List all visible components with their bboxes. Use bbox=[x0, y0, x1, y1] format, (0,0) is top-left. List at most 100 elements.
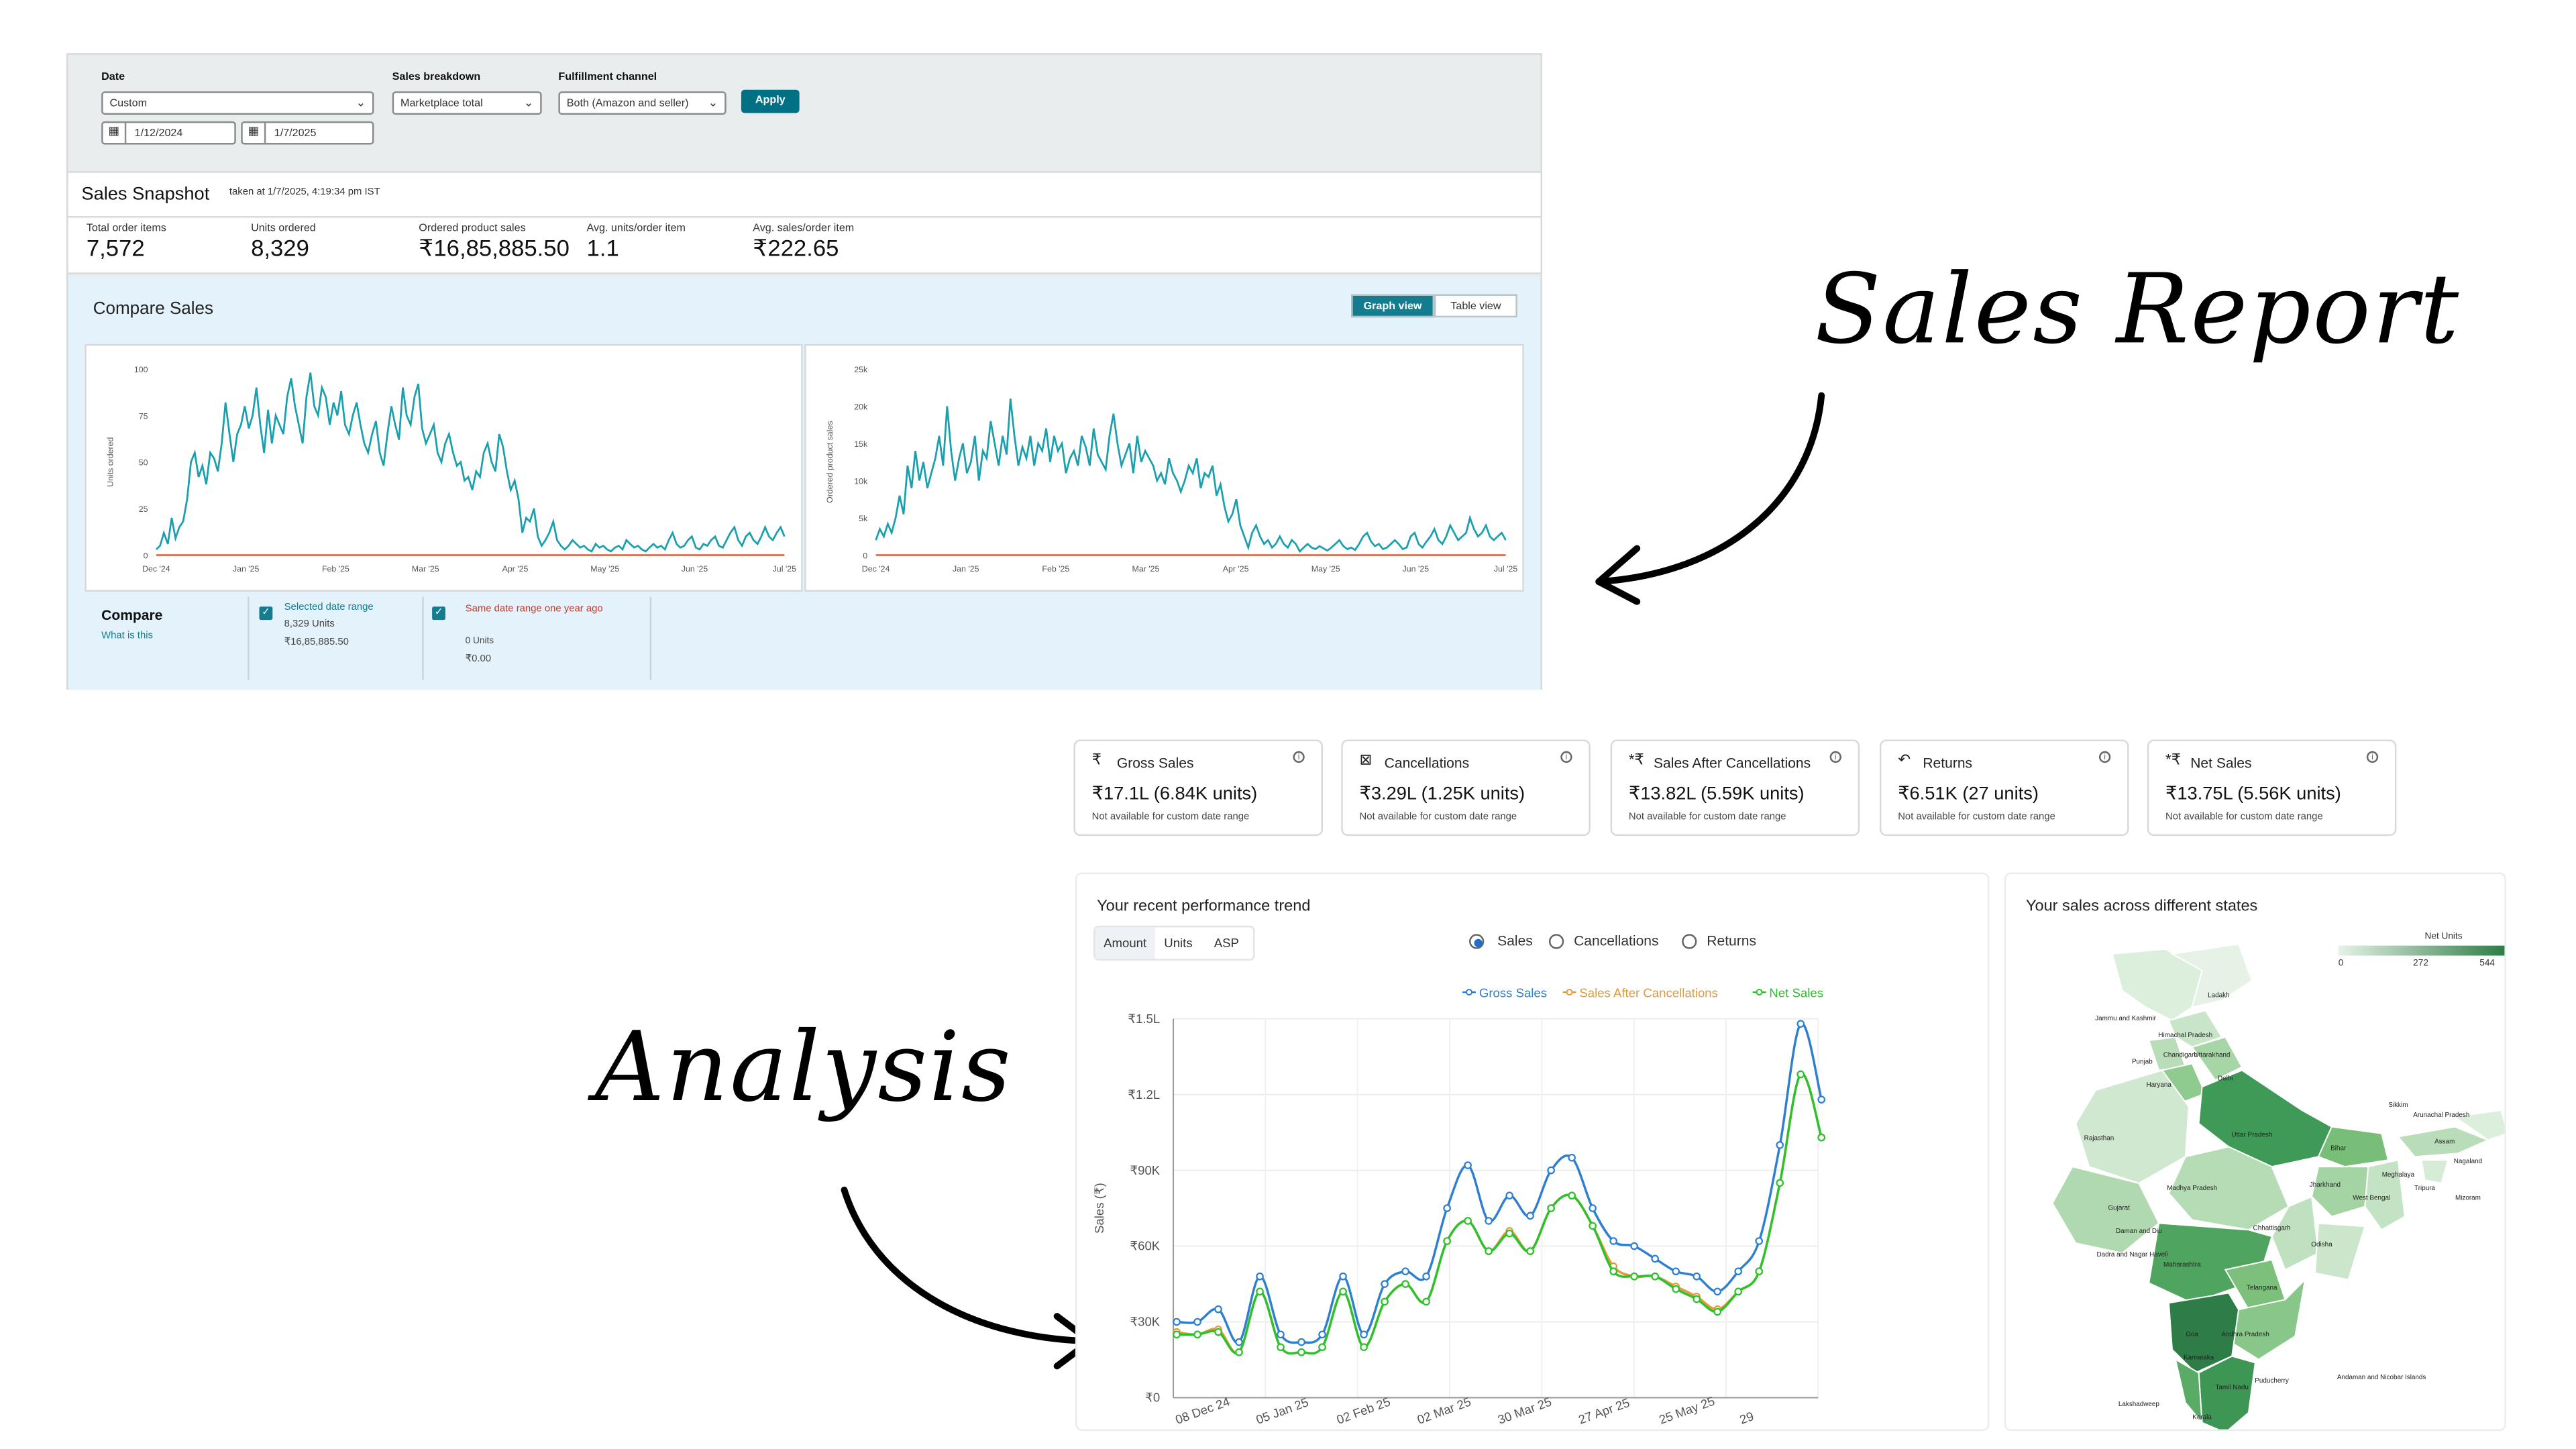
data-point bbox=[1339, 1287, 1347, 1296]
data-point bbox=[1193, 1318, 1201, 1326]
state-label: Delhi bbox=[2218, 1075, 2233, 1082]
card-note: Not available for custom date range bbox=[1898, 812, 2055, 823]
data-point bbox=[1339, 1272, 1347, 1281]
data-point bbox=[1547, 1204, 1555, 1212]
data-point bbox=[1173, 1330, 1181, 1339]
data-point bbox=[1443, 1237, 1451, 1245]
tab-units[interactable]: Units bbox=[1155, 927, 1201, 959]
y-tick-label: ₹30K bbox=[1130, 1315, 1160, 1329]
cancellations-card[interactable]: ⊠ Cancellations i ₹3.29L (1.25K units) N… bbox=[1341, 739, 1591, 837]
data-point bbox=[1401, 1267, 1409, 1276]
radio-cancellations-label: Cancellations bbox=[1574, 932, 1659, 949]
y-tick-label: ₹90K bbox=[1130, 1163, 1160, 1177]
data-point bbox=[1713, 1287, 1722, 1296]
radio-returns[interactable] bbox=[1682, 934, 1697, 949]
info-icon[interactable]: i bbox=[2366, 751, 2379, 763]
state-label: Chandigarh bbox=[2163, 1052, 2198, 1059]
y-tick-label: ₹60K bbox=[1130, 1239, 1160, 1253]
state-label: Daman and Diu bbox=[2116, 1228, 2162, 1235]
metric-tabs: Amount Units ASP bbox=[1093, 925, 1255, 961]
legend-label: Gross Sales bbox=[1479, 985, 1547, 1000]
rupee-icon: ₹ bbox=[1091, 751, 1102, 768]
state-label: Uttarakhand bbox=[2194, 1052, 2230, 1059]
data-point bbox=[1277, 1343, 1285, 1352]
info-icon[interactable]: i bbox=[2098, 751, 2111, 763]
data-point bbox=[1651, 1272, 1659, 1281]
data-point bbox=[1256, 1272, 1264, 1281]
data-point bbox=[1443, 1204, 1451, 1212]
state-label: Haryana bbox=[2146, 1081, 2171, 1089]
state-label: West Bengal bbox=[2353, 1195, 2390, 1202]
card-title: Cancellations bbox=[1384, 754, 1470, 771]
state-label: Tamil Nadu bbox=[2215, 1384, 2248, 1391]
data-point bbox=[1672, 1267, 1680, 1276]
state-label: Madhya Pradesh bbox=[2167, 1185, 2217, 1192]
data-point bbox=[1609, 1237, 1617, 1245]
net-sales-card[interactable]: *₹ Net Sales i ₹13.75L (5.56K units) Not… bbox=[2147, 739, 2397, 837]
state-label: Bihar bbox=[2330, 1144, 2347, 1152]
state-label: Arunachal Pradesh bbox=[2413, 1112, 2469, 1119]
card-note: Not available for custom date range bbox=[1359, 812, 1517, 823]
card-value: ₹13.75L (5.56K units) bbox=[2165, 784, 2341, 805]
screenshot-stage: Date Custom ⌄ ▦ 1/12/2024 ▦ 1/7/2025 Sales … bbox=[0, 0, 2576, 1449]
returns-card[interactable]: ↶ Returns i ₹6.51K (27 units) Not availa… bbox=[1879, 739, 2129, 837]
data-point bbox=[1381, 1280, 1389, 1288]
legend-label: Net Sales bbox=[1769, 985, 1823, 1000]
data-point bbox=[1672, 1285, 1680, 1293]
tab-amount[interactable]: Amount bbox=[1095, 927, 1155, 959]
india-map: Ladakh Jammu and Kashmir Himachal Pradesh P… bbox=[2051, 943, 2505, 1430]
info-icon[interactable]: i bbox=[1560, 751, 1572, 763]
data-point bbox=[1693, 1295, 1701, 1303]
cancel-icon: ⊠ bbox=[1359, 751, 1373, 768]
data-point bbox=[1297, 1338, 1305, 1346]
data-point bbox=[1318, 1343, 1326, 1352]
data-point bbox=[1589, 1222, 1597, 1230]
data-point bbox=[1734, 1287, 1743, 1296]
state-label: Puducherry bbox=[2255, 1377, 2289, 1385]
data-point bbox=[1734, 1267, 1743, 1276]
legend-marker-dot bbox=[1566, 989, 1573, 996]
info-icon[interactable]: i bbox=[1829, 751, 1841, 763]
net-rupee-icon: *₹ bbox=[2165, 751, 2181, 768]
state-northeast bbox=[2420, 1159, 2449, 1185]
data-point bbox=[1505, 1229, 1513, 1238]
data-point bbox=[1713, 1307, 1722, 1316]
gross-sales-card[interactable]: ₹ Gross Sales i ₹17.1L (6.84K units) Not… bbox=[1073, 739, 1324, 837]
state-label: Karnataka bbox=[2184, 1354, 2214, 1362]
data-point bbox=[1796, 1070, 1805, 1079]
state-label: Dadra and Nagar Haveli bbox=[2096, 1251, 2167, 1258]
arrow-to-analysis bbox=[841, 1186, 1094, 1345]
y-tick-label: ₹0 bbox=[1145, 1391, 1160, 1405]
info-icon[interactable]: i bbox=[1293, 751, 1305, 763]
state-label: Punjab bbox=[2132, 1059, 2153, 1066]
radio-sales[interactable] bbox=[1469, 934, 1485, 949]
data-point bbox=[1526, 1247, 1534, 1255]
state-rajasthan bbox=[2075, 1069, 2190, 1184]
sales-after-cancellations-card[interactable]: *₹ Sales After Cancellations i ₹13.82L (… bbox=[1610, 739, 1860, 837]
data-point bbox=[1235, 1338, 1243, 1346]
x-tick-label: 29 bbox=[1737, 1409, 1756, 1427]
states-map-panel: Your sales across different states Net U… bbox=[2004, 872, 2506, 1432]
data-point bbox=[1214, 1305, 1222, 1313]
data-point bbox=[1193, 1330, 1201, 1339]
tab-asp[interactable]: ASP bbox=[1201, 927, 1251, 959]
data-point bbox=[1755, 1237, 1764, 1245]
legend-marker-dot bbox=[1466, 989, 1472, 996]
radio-cancellations[interactable] bbox=[1548, 934, 1564, 949]
data-point bbox=[1464, 1161, 1472, 1169]
trend-title: Your recent performance trend bbox=[1097, 897, 1311, 916]
x-tick-label: 30 Mar 25 bbox=[1496, 1395, 1554, 1427]
data-point bbox=[1630, 1242, 1638, 1250]
state-label: Andhra Pradesh bbox=[2221, 1331, 2269, 1338]
data-point bbox=[1381, 1297, 1389, 1306]
data-point bbox=[1318, 1330, 1326, 1339]
state-label: Lakshadweep bbox=[2118, 1401, 2160, 1408]
radio-returns-label: Returns bbox=[1707, 932, 1757, 949]
rupee-after-icon: *₹ bbox=[1628, 751, 1644, 768]
state-label: Tripura bbox=[2414, 1185, 2435, 1192]
y-tick-label: ₹1.2L bbox=[1128, 1087, 1160, 1102]
data-point bbox=[1817, 1095, 1826, 1104]
card-value: ₹3.29L (1.25K units) bbox=[1359, 784, 1525, 805]
state-label: Uttar Pradesh bbox=[2231, 1132, 2272, 1139]
state-jharkhand bbox=[2310, 1166, 2369, 1218]
